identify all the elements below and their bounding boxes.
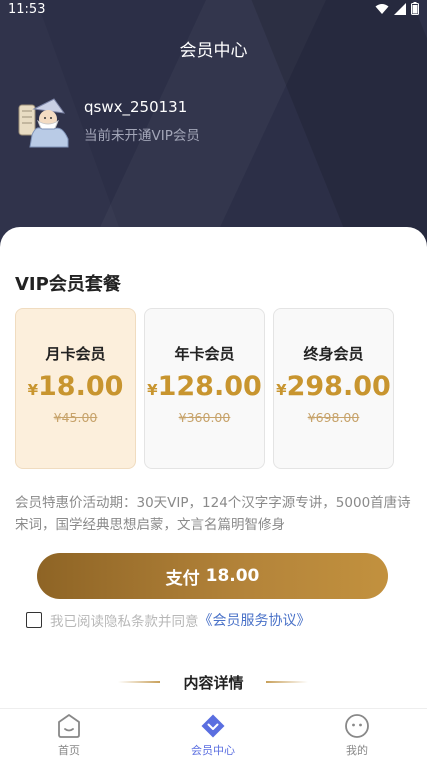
plan-original-price: ¥45.00 [53,410,98,425]
pay-button-amount: 18.00 [205,566,260,586]
avatar[interactable] [16,95,72,151]
nav-label: 首页 [58,744,80,757]
plan-price: ¥298.00 [276,371,391,402]
page-title: 会员中心 [179,41,248,61]
agreement-row: 我已阅读隐私条款并同意 《会员服务协议》 [26,610,311,630]
bottom-nav: 首页 会员中心 我的 [0,708,427,760]
plan-price: ¥128.00 [147,371,262,402]
battery-icon [411,2,419,15]
plan-original-price: ¥360.00 [178,410,231,425]
nav-item-profile[interactable]: 我的 [307,713,407,759]
nav-item-home[interactable]: 首页 [19,713,119,759]
avatar-image [18,98,69,148]
profile-icon [345,714,369,738]
username: qswx_250131 [84,98,188,116]
heading-divider-right [266,681,308,683]
wifi-icon [375,3,389,15]
agreement-checkbox[interactable] [26,612,42,628]
home-icon [58,714,80,738]
status-time: 11:53 [8,2,46,17]
plan-card-yearly[interactable]: 年卡会员 ¥128.00 ¥360.00 [144,308,265,469]
pay-button[interactable]: 支付 18.00 [37,553,388,599]
status-bar: 11:53 [0,0,427,20]
nav-label: 会员中心 [191,744,235,757]
service-agreement-link[interactable]: 《会员服务协议》 [199,610,311,630]
agreement-text: 我已阅读隐私条款并同意 [50,614,199,630]
plans-section-title: VIP会员套餐 [15,274,121,295]
vip-status-text: 当前未开通VIP会员 [84,128,200,144]
plan-card-monthly[interactable]: 月卡会员 ¥18.00 ¥45.00 [15,308,136,469]
nav-label: 我的 [346,744,368,757]
content-details-title: 内容详情 [183,674,244,692]
plan-name: 月卡会员 [45,345,106,363]
plan-card-lifetime[interactable]: 终身会员 ¥298.00 ¥698.00 [273,308,394,469]
plan-price: ¥18.00 [27,371,124,402]
content-details-heading: 内容详情 [0,672,427,692]
plan-original-price: ¥698.00 [307,410,360,425]
pay-button-label: 支付 [165,568,200,589]
membership-description: 会员特惠价活动期：30天VIP，124个汉字字源专讲，5000首唐诗宋词，国学经… [15,495,411,533]
plan-name: 终身会员 [303,345,364,363]
plan-name: 年卡会员 [174,345,235,363]
header-banner: 11:53 会员中心 qswx_250131 当前未开通VIP会员 [0,0,427,255]
signal-icon [394,2,406,15]
nav-item-vip-center[interactable]: 会员中心 [163,713,263,759]
vip-diamond-icon [201,714,225,738]
